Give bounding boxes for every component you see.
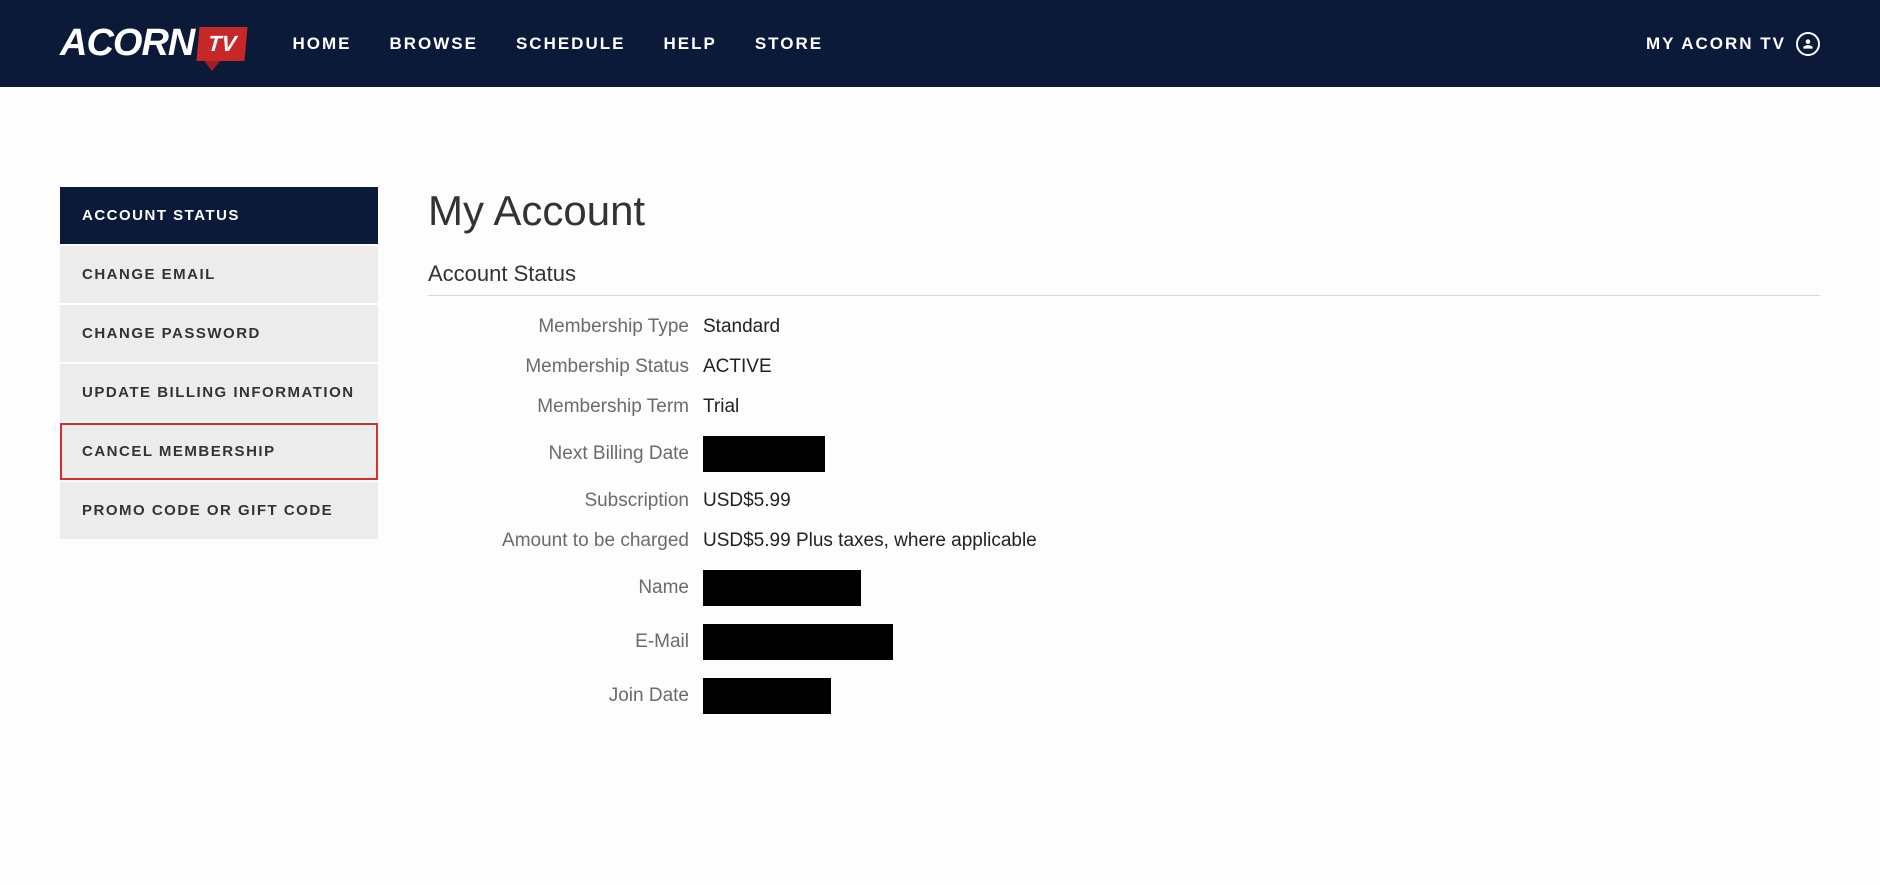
field-label: Join Date	[428, 685, 703, 707]
field-label: E-Mail	[428, 631, 703, 653]
main-nav: HOME BROWSE SCHEDULE HELP STORE	[292, 34, 823, 54]
my-account-label: MY ACORN TV	[1646, 34, 1786, 54]
redacted-value	[703, 436, 825, 472]
field-value: USD$5.99 Plus taxes, where applicable	[703, 530, 1037, 552]
top-header: ACORN TV HOME BROWSE SCHEDULE HELP STORE…	[0, 0, 1880, 87]
field-value: ACTIVE	[703, 356, 772, 378]
field-label: Amount to be charged	[428, 530, 703, 552]
field-label: Membership Status	[428, 356, 703, 378]
field-row: Amount to be chargedUSD$5.99 Plus taxes,…	[428, 530, 1820, 552]
sidebar-item-update-billing[interactable]: UPDATE BILLING INFORMATION	[60, 364, 378, 421]
field-value: Standard	[703, 316, 780, 338]
nav-store[interactable]: STORE	[755, 34, 823, 54]
sidebar-item-label: UPDATE BILLING INFORMATION	[82, 384, 355, 401]
sidebar-item-label: CHANGE EMAIL	[82, 266, 216, 283]
nav-help[interactable]: HELP	[663, 34, 716, 54]
field-row: Join Date	[428, 678, 1820, 714]
redacted-value	[703, 570, 861, 606]
sidebar-item-label: CANCEL MEMBERSHIP	[82, 443, 276, 460]
nav-browse[interactable]: BROWSE	[389, 34, 478, 54]
logo[interactable]: ACORN TV	[60, 22, 246, 65]
sidebar-item-label: ACCOUNT STATUS	[82, 207, 240, 224]
field-row: Next Billing Date	[428, 436, 1820, 472]
field-label: Name	[428, 577, 703, 599]
nav-home[interactable]: HOME	[292, 34, 351, 54]
my-account-link[interactable]: MY ACORN TV	[1646, 32, 1820, 56]
account-sidebar: ACCOUNT STATUS CHANGE EMAIL CHANGE PASSW…	[60, 187, 378, 732]
field-row: Name	[428, 570, 1820, 606]
redacted-value	[703, 678, 831, 714]
field-value: USD$5.99	[703, 490, 791, 512]
sidebar-item-promo-code[interactable]: PROMO CODE OR GIFT CODE	[60, 482, 378, 539]
sidebar-item-label: CHANGE PASSWORD	[82, 325, 261, 342]
sidebar-item-account-status[interactable]: ACCOUNT STATUS	[60, 187, 378, 244]
field-value: Trial	[703, 396, 739, 418]
sidebar-item-label: PROMO CODE OR GIFT CODE	[82, 502, 333, 519]
field-row: E-Mail	[428, 624, 1820, 660]
page-title: My Account	[428, 187, 1820, 235]
logo-main-text: ACORN	[60, 22, 194, 65]
field-label: Membership Term	[428, 396, 703, 418]
sidebar-item-change-password[interactable]: CHANGE PASSWORD	[60, 305, 378, 362]
redacted-value	[703, 624, 893, 660]
sidebar-item-cancel-membership[interactable]: CANCEL MEMBERSHIP	[60, 423, 378, 480]
user-icon	[1796, 32, 1820, 56]
logo-tv-badge: TV	[197, 27, 248, 61]
field-row: Membership TermTrial	[428, 396, 1820, 418]
field-row: SubscriptionUSD$5.99	[428, 490, 1820, 512]
field-label: Subscription	[428, 490, 703, 512]
main-content: My Account Account Status Membership Typ…	[428, 187, 1820, 732]
field-label: Next Billing Date	[428, 443, 703, 465]
field-label: Membership Type	[428, 316, 703, 338]
field-row: Membership StatusACTIVE	[428, 356, 1820, 378]
section-title: Account Status	[428, 261, 1820, 296]
sidebar-item-change-email[interactable]: CHANGE EMAIL	[60, 246, 378, 303]
field-row: Membership TypeStandard	[428, 316, 1820, 338]
account-fields: Membership TypeStandardMembership Status…	[428, 316, 1820, 714]
nav-schedule[interactable]: SCHEDULE	[516, 34, 626, 54]
